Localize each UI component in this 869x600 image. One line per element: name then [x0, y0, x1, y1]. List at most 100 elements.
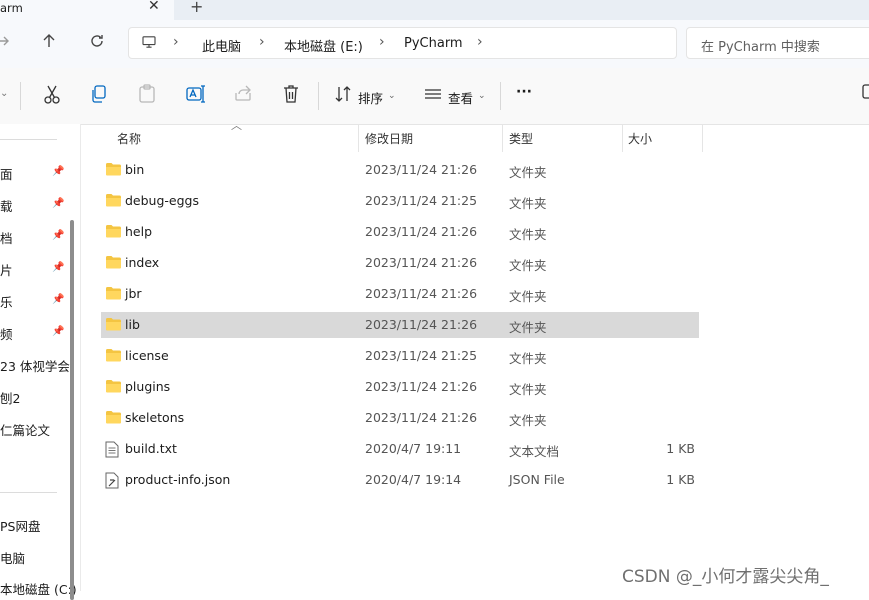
column-divider[interactable]	[702, 124, 703, 152]
file-list: ︿ 名称 修改日期 类型 大小 bin 2023/11/24 21:26 文件夹 de…	[81, 119, 869, 591]
chevron-down-icon[interactable]: ⌄	[478, 91, 486, 101]
rename-icon[interactable]	[186, 84, 206, 108]
forward-icon[interactable]	[0, 33, 14, 55]
file-row[interactable]: lib 2023/11/24 21:26 文件夹	[101, 312, 699, 338]
watermark: CSDN @_小何才露尖尖角_	[622, 567, 829, 587]
folder-icon	[105, 255, 122, 272]
folder-icon	[105, 410, 122, 427]
file-row[interactable]: bin 2023/11/24 21:26 文件夹	[101, 157, 699, 183]
text-file-icon	[105, 441, 119, 461]
chevron-right-icon[interactable]: ›	[259, 34, 265, 50]
file-type: 文件夹	[509, 351, 547, 366]
file-type: 文件夹	[509, 382, 547, 397]
pin-icon: 📌	[52, 326, 65, 337]
navigation-bar: › 此电脑 › 本地磁盘 (E:) › PyCharm › 在 PyCharm …	[0, 20, 869, 68]
column-divider[interactable]	[502, 124, 503, 152]
file-size: 1 KB	[666, 472, 695, 487]
column-divider[interactable]	[358, 124, 359, 152]
file-row[interactable]: build.txt 2020/4/7 19:11 文本文档 1 KB	[101, 436, 699, 462]
file-name: skeletons	[125, 410, 185, 425]
up-arrow-icon[interactable]	[38, 33, 60, 55]
tab-title: arm	[0, 1, 23, 15]
file-name: bin	[125, 162, 145, 177]
new-tab-button[interactable]: +	[190, 0, 203, 16]
file-row[interactable]: debug-eggs 2023/11/24 21:25 文件夹	[101, 188, 699, 214]
details-pane-icon[interactable]	[862, 84, 869, 108]
refresh-icon[interactable]	[86, 33, 108, 55]
new-dropdown-chevron-icon[interactable]: ⌄	[0, 88, 8, 112]
copy-icon[interactable]	[90, 84, 108, 108]
file-modified: 2023/11/24 21:25	[365, 348, 478, 363]
computer-icon	[142, 36, 156, 48]
sidebar-item-drive-c[interactable]: 本地磁盘 (C:)	[0, 579, 77, 598]
search-input[interactable]: 在 PyCharm 中搜索	[686, 27, 869, 59]
chevron-right-icon[interactable]: ›	[477, 34, 483, 50]
sidebar-item-videos[interactable]: 频	[0, 324, 13, 343]
file-modified: 2023/11/24 21:26	[365, 255, 478, 270]
file-size: 1 KB	[666, 441, 695, 456]
tab-pycharm[interactable]: arm ✕	[0, 0, 174, 20]
file-type: JSON File	[509, 472, 565, 487]
column-header-modified[interactable]: 修改日期	[365, 130, 413, 147]
view-button[interactable]: 查看	[448, 88, 473, 107]
breadcrumb-drive-e[interactable]: 本地磁盘 (E:)	[284, 36, 363, 55]
navigation-pane: 面 📌 载 📌 档 📌 片 📌 乐 📌 频 📌 23 体视学会 刨2 仁篇论文 …	[0, 124, 81, 600]
file-modified: 2020/4/7 19:11	[365, 441, 462, 456]
sidebar-item-folder[interactable]: 23 体视学会	[0, 356, 70, 375]
chevron-right-icon[interactable]: ›	[379, 34, 385, 50]
address-bar[interactable]: › 此电脑 › 本地磁盘 (E:) › PyCharm ›	[128, 27, 677, 59]
file-row[interactable]: skeletons 2023/11/24 21:26 文件夹	[101, 405, 699, 431]
sidebar-scrollbar[interactable]	[70, 220, 74, 600]
tab-strip: arm ✕ +	[0, 0, 869, 20]
delete-icon[interactable]	[282, 84, 300, 108]
view-icon[interactable]	[424, 84, 442, 108]
pin-icon: 📌	[52, 294, 65, 305]
sidebar-item-pictures[interactable]: 片	[0, 260, 13, 279]
file-row[interactable]: jbr 2023/11/24 21:26 文件夹	[101, 281, 699, 307]
file-name: lib	[125, 317, 140, 332]
column-divider[interactable]	[622, 124, 623, 152]
column-header-name[interactable]: 名称	[117, 130, 141, 147]
chevron-down-icon[interactable]: ⌄	[388, 91, 396, 101]
file-name: plugins	[125, 379, 171, 394]
file-row[interactable]: license 2023/11/24 21:25 文件夹	[101, 343, 699, 369]
divider	[500, 82, 501, 110]
breadcrumb-this-pc[interactable]: 此电脑	[202, 36, 241, 55]
share-icon[interactable]	[234, 84, 252, 108]
divider	[20, 82, 21, 110]
more-options-button[interactable]: ···	[516, 84, 532, 100]
paste-icon[interactable]	[138, 84, 156, 108]
file-name: jbr	[125, 286, 142, 301]
breadcrumb-pycharm[interactable]: PyCharm	[404, 36, 463, 51]
file-type: 文件夹	[509, 258, 547, 273]
sort-icon[interactable]	[334, 84, 352, 108]
file-row[interactable]: product-info.json 2020/4/7 19:14 JSON File…	[101, 467, 699, 493]
file-modified: 2023/11/24 21:25	[365, 193, 478, 208]
sort-button[interactable]: 排序	[358, 88, 383, 107]
file-modified: 2023/11/24 21:26	[365, 162, 478, 177]
file-row[interactable]: index 2023/11/24 21:26 文件夹	[101, 250, 699, 276]
sidebar-item-folder[interactable]: 仁篇论文	[0, 420, 50, 439]
sidebar-item-folder[interactable]: 刨2	[0, 388, 20, 407]
chevron-right-icon[interactable]: ›	[173, 34, 179, 50]
json-file-icon	[105, 472, 119, 492]
file-type: 文本文档	[509, 444, 560, 459]
close-tab-icon[interactable]: ✕	[148, 0, 160, 14]
file-name: index	[125, 255, 160, 270]
sidebar-item-downloads[interactable]: 载	[0, 196, 13, 215]
column-header-type[interactable]: 类型	[509, 130, 533, 147]
divider	[0, 139, 57, 140]
sidebar-item-desktop[interactable]: 面	[0, 164, 13, 183]
file-name: debug-eggs	[125, 193, 199, 208]
cut-icon[interactable]	[42, 84, 62, 108]
file-row[interactable]: help 2023/11/24 21:26 文件夹	[101, 219, 699, 245]
sidebar-item-cloud-drive[interactable]: PS网盘	[0, 516, 40, 535]
sidebar-item-music[interactable]: 乐	[0, 292, 13, 311]
file-modified: 2020/4/7 19:14	[365, 472, 462, 487]
divider	[318, 82, 319, 110]
file-row[interactable]: plugins 2023/11/24 21:26 文件夹	[101, 374, 699, 400]
sidebar-item-this-pc[interactable]: 电脑	[0, 548, 25, 567]
divider	[0, 492, 57, 493]
sidebar-item-documents[interactable]: 档	[0, 228, 13, 247]
column-header-size[interactable]: 大小	[628, 130, 652, 147]
